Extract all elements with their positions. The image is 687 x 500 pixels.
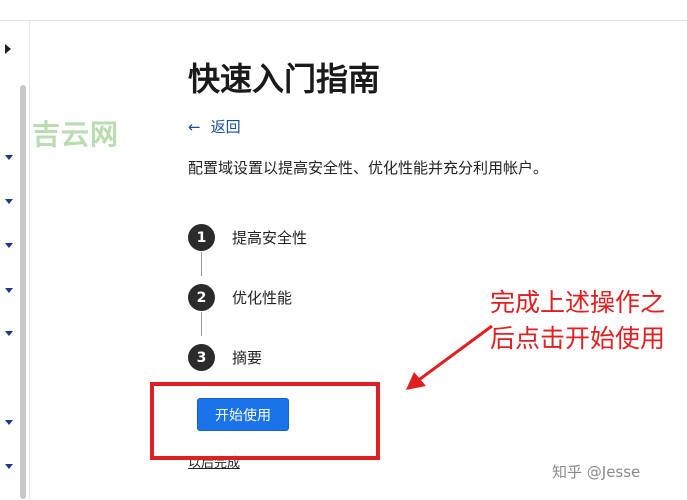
- zhihu-credit: 知乎 @Jesse: [552, 463, 641, 481]
- page-description: 配置域设置以提高安全性、优化性能并充分利用帐户。: [188, 159, 549, 177]
- highlight-box: [150, 382, 380, 460]
- back-link-label: 返回: [210, 118, 241, 136]
- arrow-left-icon: ←: [188, 117, 201, 136]
- sidebar: [0, 21, 30, 500]
- step-connector: [201, 252, 202, 276]
- chevron-down-icon[interactable]: [5, 243, 13, 248]
- step-number-badge: 3: [188, 344, 215, 371]
- step-label: 优化性能: [232, 289, 293, 307]
- annotation-arrow: [406, 324, 493, 390]
- step-item-security: 1 提高安全性: [188, 224, 307, 251]
- chevron-down-icon[interactable]: [5, 155, 13, 160]
- step-label: 摘要: [232, 349, 263, 367]
- site-watermark: 吉云网: [32, 118, 120, 151]
- step-connector: [201, 312, 202, 336]
- top-bar: [0, 0, 687, 21]
- step-number-badge: 2: [188, 284, 215, 311]
- chevron-down-icon[interactable]: [5, 288, 13, 293]
- chevron-down-icon[interactable]: [5, 331, 13, 336]
- step-number-badge: 1: [188, 224, 215, 251]
- chevron-down-icon[interactable]: [5, 420, 13, 425]
- sidebar-expand-icon[interactable]: [5, 44, 11, 54]
- chevron-down-icon[interactable]: [5, 199, 13, 204]
- step-item-performance: 2 优化性能: [188, 284, 292, 311]
- sidebar-scrollbar[interactable]: [20, 85, 26, 499]
- back-link[interactable]: ← 返回: [188, 116, 241, 137]
- annotation-text: 完成上述操作之后点击开始使用: [490, 288, 666, 353]
- chevron-down-icon[interactable]: [5, 464, 13, 469]
- step-item-summary: 3 摘要: [188, 344, 262, 371]
- page-title: 快速入门指南: [188, 60, 381, 98]
- step-label: 提高安全性: [232, 229, 308, 247]
